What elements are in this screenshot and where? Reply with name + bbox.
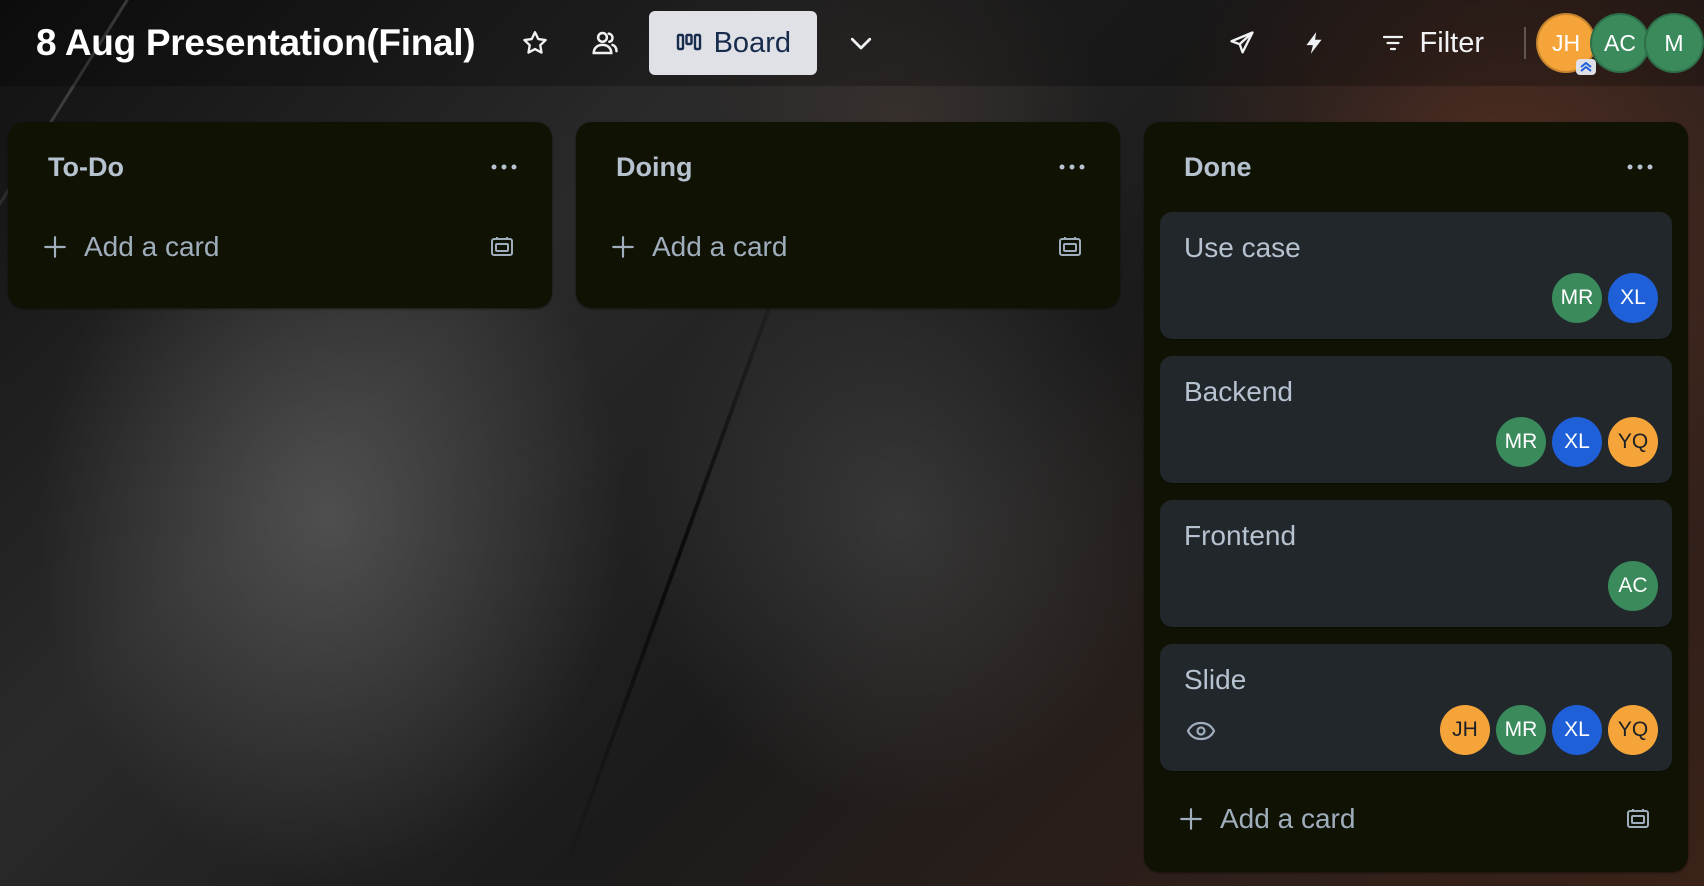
card-member-avatar[interactable]: MR: [1496, 705, 1546, 755]
card-title: Frontend: [1184, 520, 1297, 551]
chevron-down-icon: [851, 37, 872, 50]
create-from-template-button[interactable]: [1618, 799, 1658, 839]
watching-badge: [1186, 720, 1216, 747]
automation-button[interactable]: [1288, 17, 1340, 69]
board-view-label: Board: [713, 26, 791, 59]
card-title: Slide: [1184, 664, 1247, 695]
card[interactable]: Use case MR XL: [1160, 212, 1672, 339]
list-to-do: To-Do Add a card: [8, 122, 552, 308]
member-initials: AC: [1604, 29, 1636, 56]
add-card-button[interactable]: Add a card: [42, 231, 219, 263]
card-members: JH MR XL YQ: [1440, 705, 1658, 755]
views-dropdown-button[interactable]: [835, 17, 887, 69]
plus-icon: [44, 236, 66, 258]
card-member-avatar[interactable]: XL: [1552, 705, 1602, 755]
filter-button[interactable]: Filter: [1370, 17, 1494, 69]
card-member-avatar[interactable]: XL: [1608, 273, 1658, 323]
list-header: Doing: [576, 122, 1120, 212]
create-from-template-button[interactable]: [482, 227, 522, 267]
card-members: MR XL YQ: [1496, 417, 1658, 467]
card-member-avatar[interactable]: MR: [1496, 417, 1546, 467]
board-members: JH AC M: [1536, 13, 1704, 75]
list-doing: Doing Add a card: [576, 122, 1120, 308]
power-ups-button[interactable]: [1216, 17, 1268, 69]
list-menu-button[interactable]: [1620, 147, 1660, 187]
card-member-avatar[interactable]: YQ: [1608, 417, 1658, 467]
card-member-avatar[interactable]: AC: [1608, 561, 1658, 611]
card-member-avatar[interactable]: YQ: [1608, 705, 1658, 755]
add-card-label: Add a card: [84, 231, 220, 262]
more-icon: [491, 164, 517, 170]
member-initials: JH: [1551, 29, 1581, 56]
list-title[interactable]: Doing: [616, 152, 692, 183]
eye-icon: [1186, 721, 1216, 741]
list-title[interactable]: Done: [1184, 152, 1252, 183]
add-card-row: Add a card: [576, 212, 1120, 282]
add-card-button[interactable]: Add a card: [610, 231, 787, 263]
more-icon: [1627, 164, 1653, 170]
star-button[interactable]: [509, 17, 561, 69]
background-decoration: [558, 223, 802, 883]
card-member-avatar[interactable]: MR: [1552, 273, 1602, 323]
plus-icon: [1180, 808, 1202, 830]
paper-plane-icon: [1229, 31, 1254, 54]
list-menu-button[interactable]: [484, 147, 524, 187]
add-card-label: Add a card: [652, 231, 788, 262]
add-card-row: Add a card: [8, 212, 552, 282]
card[interactable]: Slide JH MR XL YQ: [1160, 644, 1672, 771]
card-list: Use case MR XL Backend MR XL YQ Frontend AC…: [1144, 212, 1688, 771]
card[interactable]: Frontend AC: [1160, 500, 1672, 627]
list-done: Done Use case MR XL Backend MR XL YQ Fronte…: [1144, 122, 1688, 872]
visibility-button[interactable]: [579, 17, 631, 69]
filter-icon: [1382, 35, 1403, 51]
card-member-avatar[interactable]: XL: [1552, 417, 1602, 467]
card-template-icon: [1059, 237, 1081, 256]
card[interactable]: Backend MR XL YQ: [1160, 356, 1672, 483]
card-member-avatar[interactable]: JH: [1440, 705, 1490, 755]
plus-icon: [612, 236, 634, 258]
add-card-label: Add a card: [1220, 803, 1356, 834]
member-avatar[interactable]: JH: [1536, 13, 1596, 75]
more-icon: [1059, 164, 1085, 170]
member-avatar[interactable]: M: [1644, 13, 1704, 73]
card-template-icon: [1627, 809, 1649, 828]
member-avatar[interactable]: AC: [1590, 13, 1650, 73]
card-members: AC: [1608, 561, 1658, 611]
card-title: Use case: [1184, 232, 1301, 263]
board-title[interactable]: 8 Aug Presentation(Final): [36, 22, 476, 64]
card-title: Backend: [1184, 376, 1293, 407]
card-template-icon: [491, 237, 513, 256]
create-from-template-button[interactable]: [1050, 227, 1090, 267]
card-members: MR XL: [1552, 273, 1658, 323]
lightning-icon: [1305, 32, 1322, 54]
list-menu-button[interactable]: [1052, 147, 1092, 187]
board-header: 8 Aug Presentation(Final) Board Filter J…: [0, 0, 1704, 86]
star-icon: [523, 31, 548, 54]
list-header: To-Do: [8, 122, 552, 212]
board-view-button[interactable]: Board: [649, 11, 818, 75]
list-header: Done: [1144, 122, 1688, 212]
filter-label: Filter: [1419, 26, 1484, 59]
add-card-row: Add a card: [1144, 784, 1688, 854]
list-title[interactable]: To-Do: [48, 152, 124, 183]
board-icon: [676, 33, 701, 51]
member-initials: M: [1664, 29, 1684, 56]
people-icon: [592, 31, 619, 55]
header-divider: [1524, 27, 1526, 59]
admin-badge-icon: [1576, 59, 1596, 75]
add-card-button[interactable]: Add a card: [1178, 803, 1355, 835]
